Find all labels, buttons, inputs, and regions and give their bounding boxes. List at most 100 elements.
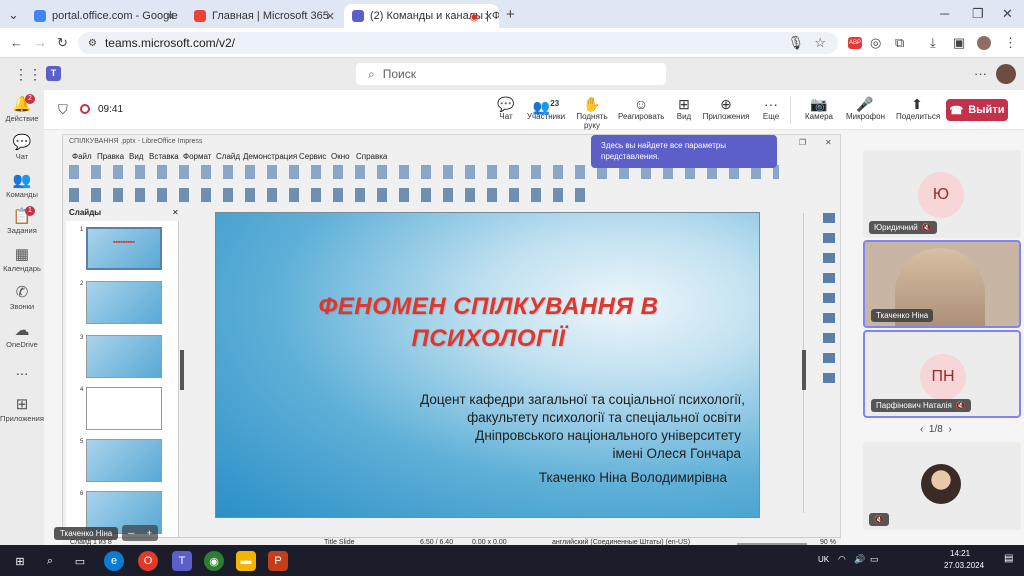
menu-tools[interactable]: Сервис <box>299 152 326 161</box>
chat-button[interactable]: 💬 Чат <box>494 96 518 121</box>
current-slide[interactable]: ФЕНОМЕН СПІЛКУВАННЯ В ПСИХОЛОГІЇ Доцент … <box>215 212 760 518</box>
chrome-icon[interactable]: ◉ <box>204 551 224 571</box>
search-input[interactable]: ⌕ Поиск <box>356 63 666 85</box>
start-icon[interactable]: ⊞ <box>10 551 30 571</box>
slide-thumb-2[interactable] <box>86 281 162 324</box>
bookmark-star-icon[interactable]: ☆ <box>814 35 826 51</box>
file-explorer-icon[interactable]: ▬ <box>236 551 256 571</box>
menu-file[interactable]: Файл <box>72 152 92 161</box>
impress-restore-icon[interactable]: ❐ <box>799 138 806 147</box>
rail-item-calls[interactable]: ✆ Звонки <box>0 284 44 311</box>
recording-indicator-icon <box>80 104 90 114</box>
more-options-icon[interactable]: ··· <box>974 66 987 81</box>
rail-item-calendar[interactable]: ▦ Календарь <box>0 246 44 273</box>
forward-icon[interactable]: → <box>34 35 47 50</box>
close-tab-icon[interactable]: ✕ <box>484 10 493 23</box>
clock-date[interactable]: 27.03.2024 <box>944 561 984 570</box>
participant-tile[interactable]: 🔇 <box>863 442 1021 530</box>
tab-search-icon[interactable]: ⌄ <box>8 7 19 23</box>
powerpoint-icon[interactable]: P <box>268 551 288 571</box>
menu-window[interactable]: Окно <box>331 152 350 161</box>
slides-panel-close-icon[interactable]: ✕ <box>172 208 179 217</box>
view-button[interactable]: ⊞ Вид <box>672 96 696 121</box>
participant-tile-active[interactable]: Ткаченко Ніна <box>863 240 1021 328</box>
impress-close-icon[interactable]: ✕ <box>825 138 832 147</box>
task-view-icon[interactable]: ▭ <box>70 551 90 571</box>
react-button[interactable]: ☺ Реагировать <box>618 96 664 121</box>
rail-item-onedrive[interactable]: ☁ OneDrive <box>0 322 44 349</box>
zoom-controls[interactable]: ─ + <box>122 525 158 541</box>
rail-item-apps[interactable]: ⊞ Приложения <box>0 396 44 423</box>
download-icon[interactable]: ⤓ <box>930 35 936 51</box>
opera-icon[interactable]: O <box>138 551 158 571</box>
participant-pager[interactable]: ‹ 1/8 › <box>920 424 952 435</box>
leave-button[interactable]: ☎ Выйти <box>946 99 1008 121</box>
browser-tab-google[interactable]: portal.office.com - Google Sea ✕ <box>26 4 181 28</box>
language-indicator[interactable]: UK <box>818 555 829 564</box>
menu-slide[interactable]: Слайд <box>216 152 240 161</box>
microphone-button[interactable]: 🎤 Микрофон <box>846 96 885 121</box>
menu-help[interactable]: Справка <box>356 152 387 161</box>
wifi-icon[interactable]: ◠ <box>838 554 846 565</box>
close-tab-icon[interactable]: ✕ <box>166 10 175 23</box>
maximize-icon[interactable]: ❐ <box>972 6 984 22</box>
user-avatar[interactable] <box>996 64 1016 84</box>
menu-view[interactable]: Вид <box>129 152 143 161</box>
notifications-icon[interactable]: ▤ <box>1004 553 1013 564</box>
rail-item-chat[interactable]: 💬 Чат <box>0 134 44 161</box>
slide-thumb-1[interactable]: ■■■■■■■■■ <box>86 227 162 270</box>
slide-number: 3 <box>80 335 84 341</box>
adblock-icon[interactable]: ABP <box>848 37 862 49</box>
profile-avatar[interactable] <box>977 36 991 50</box>
drawing-toolbar[interactable] <box>69 188 589 202</box>
clock-time[interactable]: 14:21 <box>950 549 970 558</box>
menu-slideshow[interactable]: Демонстрация <box>243 152 297 161</box>
taskbar-search-icon[interactable]: ⌕ <box>40 551 60 571</box>
raise-hand-button[interactable]: ✋ Поднять руку <box>568 96 616 130</box>
site-info-icon[interactable]: ⚙ <box>88 38 97 49</box>
menu-insert[interactable]: Вставка <box>149 152 179 161</box>
slide-thumb-4[interactable] <box>86 387 162 430</box>
camera-button[interactable]: 📷 Камера <box>804 96 834 121</box>
back-icon[interactable]: ← <box>10 35 23 50</box>
button-label: Еще <box>762 112 780 121</box>
url-text[interactable]: teams.microsoft.com/v2/ <box>105 36 235 50</box>
close-tab-icon[interactable]: ✕ <box>326 10 335 23</box>
more-button[interactable]: ··· Еще <box>760 96 782 121</box>
zoom-in-icon: + <box>146 528 152 538</box>
teams-taskbar-icon[interactable]: T <box>172 551 192 571</box>
participant-tile[interactable]: Ю Юридичний 🔇 <box>863 150 1021 238</box>
apps-button[interactable]: ⊕ Приложения <box>702 96 750 121</box>
mic-icon[interactable]: 🎙 <box>787 35 804 51</box>
minimize-icon[interactable]: ─ <box>940 6 949 21</box>
sidebar-deck-icons[interactable] <box>823 213 835 383</box>
translate-icon[interactable]: ◎ <box>870 35 881 51</box>
battery-icon[interactable]: ▭ <box>870 554 879 565</box>
browser-menu-icon[interactable]: ⋮ <box>1004 35 1017 51</box>
browser-tab-m365[interactable]: Главная | Microsoft 365 ✕ <box>186 4 341 28</box>
new-tab-button[interactable]: + <box>506 6 515 23</box>
reload-icon[interactable]: ↻ <box>57 35 68 51</box>
panel-resize-handle[interactable] <box>180 350 184 390</box>
slide-thumb-3[interactable] <box>86 335 162 378</box>
menu-format[interactable]: Формат <box>183 152 211 161</box>
participants-button[interactable]: 👥23 Участники <box>526 96 566 121</box>
rail-item-assignments[interactable]: 📋 1 Задания <box>0 206 44 235</box>
volume-icon[interactable]: 🔊 <box>854 554 865 565</box>
rail-item-activity[interactable]: 🔔 2 Действие <box>0 94 44 123</box>
rail-item-more[interactable]: ... <box>0 362 44 380</box>
share-button[interactable]: ⬆ Поделиться <box>896 96 940 121</box>
chat-icon: 💬 <box>12 134 32 151</box>
window-close-icon[interactable]: ✕ <box>1002 6 1013 22</box>
browser-tab-teams[interactable]: (2) Команды и каналы | Фе ◉ ✕ <box>344 4 499 28</box>
sidebar-resize-handle[interactable] <box>802 350 806 390</box>
extensions-icon[interactable]: ⧉ <box>895 35 904 51</box>
address-bar[interactable]: ⚙ teams.microsoft.com/v2/ 🎙 ☆ <box>78 32 838 54</box>
apps-icon: ⊞ <box>15 396 29 413</box>
sidebar-icon[interactable]: ▣ <box>953 35 965 51</box>
menu-edit[interactable]: Правка <box>97 152 124 161</box>
rail-item-teams[interactable]: 👥 Команды <box>0 172 44 199</box>
participant-tile[interactable]: ПН Парфінович Наталія 🔇 <box>863 330 1021 418</box>
slide-thumb-5[interactable] <box>86 439 162 482</box>
edge-icon[interactable]: e <box>104 551 124 571</box>
